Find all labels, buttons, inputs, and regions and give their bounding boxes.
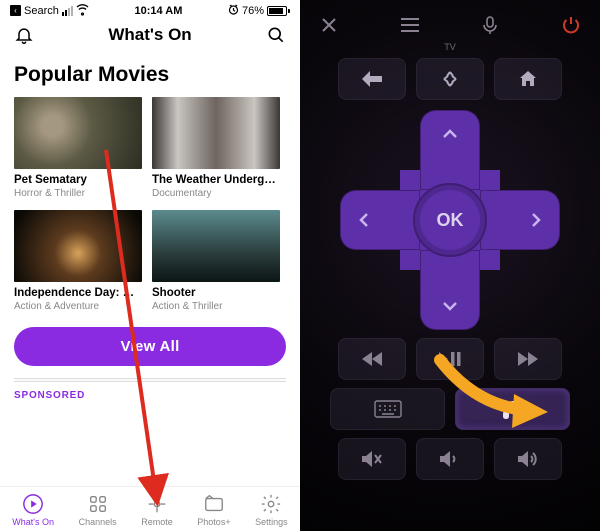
cell-signal-icon	[62, 6, 73, 16]
movie-genre: Horror & Thriller	[14, 188, 142, 200]
back-chevron[interactable]: ‹	[10, 5, 21, 16]
tab-photos[interactable]: Photos+	[197, 493, 230, 527]
alarm-icon	[228, 4, 239, 17]
mute-button[interactable]	[338, 438, 406, 480]
movie-card[interactable]: The Weather Undergro… Documentary	[152, 97, 280, 200]
movie-card[interactable]: Independence Day: Res… Action & Adventur…	[14, 210, 142, 313]
dpad-left[interactable]	[340, 190, 420, 250]
media-controls	[300, 338, 600, 380]
home-button[interactable]	[494, 58, 562, 100]
tab-bar: What's On Channels Remote Photos+ Settin…	[0, 486, 300, 531]
movie-poster	[152, 210, 280, 282]
tab-whats-on[interactable]: What's On	[12, 493, 54, 527]
tab-label: Remote	[141, 517, 173, 527]
tab-label: What's On	[12, 517, 54, 527]
dpad-up[interactable]	[420, 110, 480, 190]
options-button[interactable]	[416, 58, 484, 100]
headphones-button[interactable]	[455, 388, 570, 430]
movie-title: Independence Day: Res…	[14, 287, 142, 301]
movie-genre: Action & Thriller	[152, 301, 280, 313]
dpad-right[interactable]	[480, 190, 560, 250]
keyboard-button[interactable]	[330, 388, 445, 430]
wifi-icon	[76, 4, 89, 17]
status-bar: ‹ Search 10:14 AM 76%	[0, 0, 300, 19]
keyboard-headphones-row	[300, 388, 600, 430]
nav-bar: What's On	[0, 19, 300, 53]
movie-card[interactable]: Pet Sematary Horror & Thriller	[14, 97, 142, 200]
search-icon[interactable]	[266, 25, 286, 45]
app-screen-whats-on: ‹ Search 10:14 AM 76% What's On	[0, 0, 300, 531]
volume-down-button[interactable]	[416, 438, 484, 480]
close-icon[interactable]	[318, 14, 340, 36]
menu-icon[interactable]	[399, 14, 421, 36]
tab-settings[interactable]: Settings	[255, 493, 288, 527]
battery-pct: 76%	[242, 5, 264, 17]
volume-up-button[interactable]	[494, 438, 562, 480]
device-label: TV	[300, 42, 600, 52]
nav-buttons-row	[300, 58, 600, 100]
play-pause-button[interactable]	[416, 338, 484, 380]
view-all-button[interactable]: View All	[14, 327, 286, 366]
section-divider	[14, 378, 286, 382]
dpad: OK	[340, 110, 560, 330]
remote-top-bar	[300, 0, 600, 40]
movie-genre: Documentary	[152, 188, 280, 200]
remote-screen: TV OK	[300, 0, 600, 531]
mic-icon[interactable]	[479, 14, 501, 36]
power-icon[interactable]	[560, 14, 582, 36]
volume-row	[300, 438, 600, 480]
tab-remote[interactable]: Remote	[141, 493, 173, 527]
back-button[interactable]	[338, 58, 406, 100]
dpad-ok-button[interactable]: OK	[413, 183, 487, 257]
section-title-popular: Popular Movies	[14, 63, 286, 87]
fast-forward-button[interactable]	[494, 338, 562, 380]
movie-poster	[152, 97, 280, 169]
tab-channels[interactable]: Channels	[79, 493, 117, 527]
status-time: 10:14 AM	[134, 5, 182, 17]
tab-label: Channels	[79, 517, 117, 527]
notifications-icon[interactable]	[14, 25, 34, 45]
movie-grid: Pet Sematary Horror & Thriller The Weath…	[14, 97, 286, 313]
movie-card[interactable]: Shooter Action & Thriller	[152, 210, 280, 313]
tab-label: Photos+	[197, 517, 230, 527]
dpad-down[interactable]	[420, 250, 480, 330]
page-title: What's On	[108, 25, 191, 45]
movie-title: Shooter	[152, 287, 280, 301]
back-to-app-label[interactable]: Search	[24, 5, 59, 17]
movie-poster	[14, 210, 142, 282]
battery-icon	[267, 6, 290, 16]
rewind-button[interactable]	[338, 338, 406, 380]
movie-poster	[14, 97, 142, 169]
movie-title: The Weather Undergro…	[152, 174, 280, 188]
sponsored-label: SPONSORED	[14, 390, 286, 407]
movie-genre: Action & Adventure	[14, 301, 142, 313]
tab-label: Settings	[255, 517, 288, 527]
movie-title: Pet Sematary	[14, 174, 142, 188]
